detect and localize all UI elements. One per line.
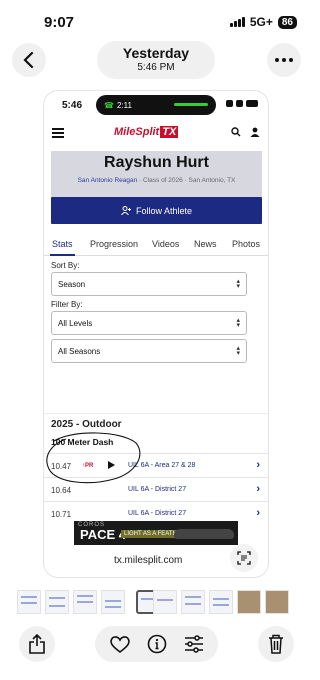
filter-by-label: Filter By: (51, 300, 83, 309)
info-button[interactable] (147, 634, 167, 654)
info-icon (147, 634, 166, 654)
thumbnail[interactable] (209, 590, 233, 614)
screenshot-image[interactable]: 5:46 ☎ 2:11 MileSplit TX Rayshun Hurt San… (44, 91, 268, 577)
milesplit-logo[interactable]: MileSplit TX (114, 126, 179, 138)
tab-videos[interactable]: Videos (152, 239, 179, 249)
thumbnail[interactable] (181, 590, 205, 614)
sort-by-select[interactable]: Season ▴ ▾ (51, 272, 247, 296)
tab-stats[interactable]: Stats (50, 239, 74, 256)
search-icon[interactable] (231, 127, 241, 137)
photo-date: Yesterday (122, 45, 190, 61)
heart-icon (109, 636, 130, 653)
select-arrows-icon: ▴ ▾ (236, 345, 240, 357)
level-filter-select[interactable]: All Levels ▴ ▾ (51, 311, 247, 335)
athlete-name: Rayshun Hurt (104, 154, 209, 171)
chevron-right-icon: › (256, 507, 260, 519)
select-arrows-icon: ▴ ▾ (236, 317, 240, 329)
chevron-right-icon: › (256, 483, 260, 495)
thumbnail[interactable] (17, 590, 41, 614)
thumbnail[interactable] (153, 590, 177, 614)
phone-icon: ☎ (104, 100, 114, 110)
more-button[interactable] (267, 43, 301, 77)
thumbnail[interactable] (101, 590, 125, 614)
thumbnail[interactable] (73, 590, 97, 614)
profile-tabs: Stats Progression Videos News Photos (44, 234, 268, 256)
thumbnail[interactable] (45, 590, 69, 614)
user-icon[interactable] (250, 127, 260, 137)
call-timer: 2:11 (116, 100, 132, 110)
athlete-meta: San Antonio Reagan · Class of 2026 · San… (77, 177, 236, 184)
tab-photos[interactable]: Photos (232, 239, 260, 249)
advertisement-banner[interactable]: COROS PACE 4 LIGHT AS A FEATHER (74, 521, 238, 545)
ad-headline: PACE 4 (80, 527, 126, 542)
inner-time: 5:46 (62, 100, 83, 111)
sort-by-label: Sort By: (51, 261, 80, 270)
live-text-icon (237, 551, 251, 565)
trash-icon (269, 634, 283, 654)
chevron-left-icon (23, 52, 34, 68)
share-icon (29, 634, 45, 654)
signal-icon (229, 17, 245, 27)
favorite-button[interactable] (109, 635, 130, 653)
back-button[interactable] (12, 43, 46, 77)
url-label: tx.milesplit.com (114, 555, 183, 566)
network-label: 5G+ (249, 15, 273, 29)
result-mark: 10.71 (51, 510, 72, 519)
live-text-button[interactable] (230, 544, 258, 572)
meet-name: UIL 6A - District 27 (128, 510, 187, 517)
share-button[interactable] (19, 626, 55, 662)
add-user-icon (121, 206, 131, 215)
battery-icon: 86 (277, 15, 297, 29)
os-status-icons: 5G+ 86 (229, 15, 297, 29)
thumbnail-strip (17, 590, 297, 614)
os-time: 9:07 (44, 14, 75, 31)
site-navbar: MileSplit TX (44, 123, 268, 145)
thumbnail[interactable] (237, 590, 261, 614)
adjust-icon (184, 635, 203, 653)
chevron-right-icon: › (256, 459, 260, 471)
shoe-image (174, 529, 234, 539)
thumbnail[interactable] (265, 590, 289, 614)
handwritten-circle-annotation (46, 432, 141, 484)
photo-time: 5:46 PM (137, 62, 175, 73)
adjust-button[interactable] (184, 635, 204, 653)
season-filter-select[interactable]: All Seasons ▴ ▾ (51, 339, 247, 363)
photo-toolbar (0, 620, 313, 680)
ellipsis-icon (275, 58, 293, 62)
audio-wave-icon (174, 103, 208, 106)
photo-actions (95, 626, 218, 662)
inner-status-bar: 5:46 ☎ 2:11 (44, 91, 268, 119)
select-arrows-icon: ▴ ▾ (236, 278, 240, 290)
school-link[interactable]: San Antonio Reagan (78, 177, 138, 184)
hamburger-menu-icon[interactable] (52, 128, 64, 138)
delete-button[interactable] (258, 626, 294, 662)
dynamic-island: ☎ 2:11 (96, 95, 216, 115)
follow-athlete-button[interactable]: Follow Athlete (51, 197, 262, 224)
os-status-bar: 9:07 5G+ 86 (0, 0, 313, 40)
inner-status-icons (226, 100, 258, 107)
photo-date-pill: Yesterday 5:46 PM (97, 41, 215, 79)
tab-progression[interactable]: Progression (90, 239, 138, 249)
section-divider (44, 413, 268, 414)
tab-news[interactable]: News (194, 239, 217, 249)
